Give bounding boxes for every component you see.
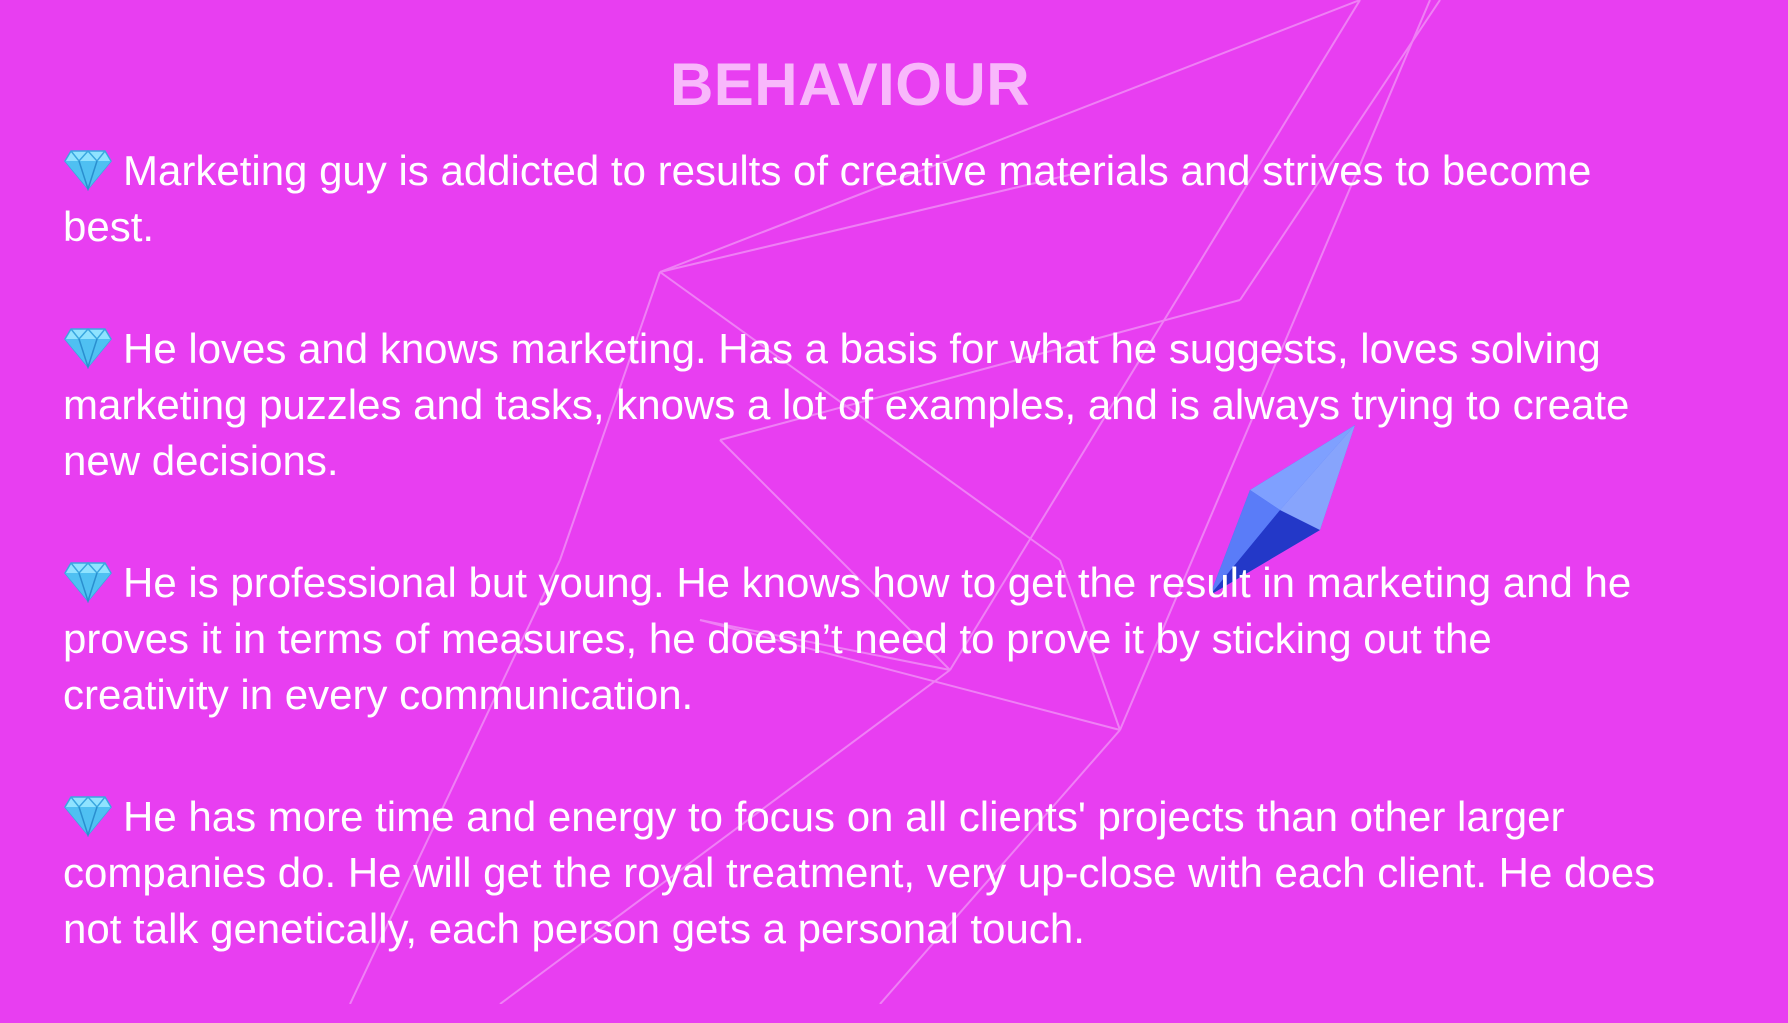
gem-stone-icon <box>63 147 113 192</box>
gem-stone-icon <box>63 793 113 838</box>
list-item-text: He is professional but young. He knows h… <box>63 559 1632 718</box>
list-item: He is professional but young. He knows h… <box>63 555 1663 723</box>
gem-stone-icon <box>63 559 113 604</box>
list-item-text: He loves and knows marketing. Has a basi… <box>63 325 1630 484</box>
behaviour-list: Marketing guy is addicted to results of … <box>63 143 1663 1023</box>
list-item-text: He has more time and energy to focus on … <box>63 793 1656 952</box>
page-title: BEHAVIOUR <box>669 51 1031 118</box>
list-item-text: Marketing guy is addicted to results of … <box>63 147 1592 250</box>
gem-stone-icon <box>63 325 113 370</box>
list-item: Marketing guy is addicted to results of … <box>63 143 1663 255</box>
list-item: He loves and knows marketing. Has a basi… <box>63 321 1663 489</box>
list-item: He has more time and energy to focus on … <box>63 789 1663 957</box>
